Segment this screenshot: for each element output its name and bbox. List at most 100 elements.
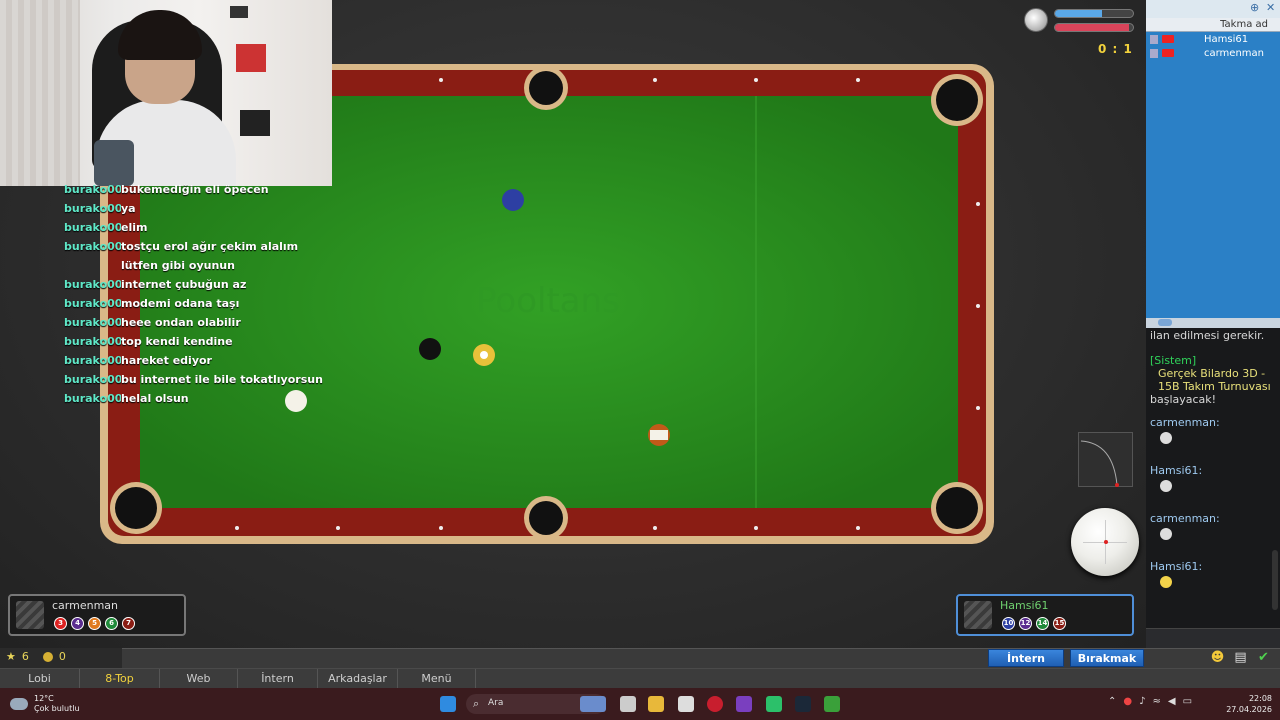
taskbar-clock[interactable]: 22:08 27.04.2026 xyxy=(1226,693,1272,715)
overlay-chat-line: burako00 top kendi kendine xyxy=(64,332,364,351)
tab-intern[interactable]: İntern xyxy=(238,669,318,688)
overlay-chat-message: bükemediğin eli öpecen xyxy=(121,183,269,196)
splitter-handle[interactable] xyxy=(1158,319,1172,326)
panel-titlebar: ⊕ ✕ xyxy=(1146,0,1280,18)
windows-taskbar: 12°C Çok bulutlu ⌕ Ara ⌃ ● ♪ ≈ ◀ ▭ 22:08… xyxy=(0,688,1280,720)
player-panel-left: carmenman 34567 xyxy=(8,594,186,636)
intern-button[interactable]: İntern xyxy=(988,649,1064,667)
overlay-chat-message: top kendi kendine xyxy=(121,335,233,348)
app-icon[interactable] xyxy=(766,696,782,712)
game-area[interactable]: Pooltans burako00 bükemediğin eli öpecen… xyxy=(0,0,1146,648)
chat-user: Hamsi61: xyxy=(1150,560,1203,573)
chat-user: carmenman: xyxy=(1150,512,1220,525)
turkey-flag-icon xyxy=(1162,35,1174,43)
overlay-chat-line: lütfen gibi oyunun xyxy=(64,256,364,275)
player-ball-icon: 4 xyxy=(71,617,84,630)
steam-icon[interactable] xyxy=(795,696,811,712)
chat-scrollbar[interactable] xyxy=(1272,550,1278,610)
overlay-chat-line: burako00 elim xyxy=(64,218,364,237)
tab-arkadaslar[interactable]: Arkadaşlar xyxy=(318,669,398,688)
opera-icon[interactable] xyxy=(707,696,723,712)
weather-temp: 12°C xyxy=(34,694,54,703)
chat-user: Hamsi61: xyxy=(1150,464,1203,477)
cue-angle-widget[interactable] xyxy=(1078,432,1133,487)
wifi-icon[interactable]: ≈ xyxy=(1153,696,1161,707)
cloud-icon xyxy=(10,698,28,710)
app-icon[interactable] xyxy=(736,696,752,712)
spin-control[interactable] xyxy=(1071,508,1139,576)
overlay-chat-message: lütfen gibi oyunun xyxy=(121,259,235,272)
player-avatar xyxy=(16,601,44,629)
tab-web[interactable]: Web xyxy=(160,669,238,688)
chevron-up-icon[interactable]: ⌃ xyxy=(1108,696,1116,707)
power-bar xyxy=(1054,23,1134,32)
player-ball-list: 10 12 14 15 xyxy=(1002,617,1066,630)
file-explorer-icon[interactable] xyxy=(648,696,664,712)
player-ball-icon: 14 xyxy=(1036,617,1049,630)
chat-bubble-icon[interactable]: ▤ xyxy=(1233,650,1248,665)
chat-input[interactable] xyxy=(1146,628,1280,648)
stream-chat-overlay: burako00 bükemediğin eli öpecen burako00 ya… xyxy=(64,180,364,408)
system-message: Gerçek Bilardo 3D - 15B Takım Turnuvası xyxy=(1158,367,1271,393)
pin-icon[interactable]: ⊕ xyxy=(1250,1,1259,14)
overlay-chat-user: burako00 xyxy=(64,240,121,253)
player-name: carmenman xyxy=(52,599,118,612)
overlay-chat-line: burako00 helal olsun xyxy=(64,389,364,408)
player-ball-icon: 5 xyxy=(88,617,101,630)
windows-start-icon[interactable] xyxy=(440,696,456,712)
user-list-header[interactable]: Takma ad xyxy=(1146,18,1280,32)
overlay-chat-message: ya xyxy=(121,202,136,215)
webcam-person-hair xyxy=(118,10,202,60)
chat-log: ilan edilmesi gerekir. [Sistem] Gerçek B… xyxy=(1146,328,1280,628)
power-bar-fill xyxy=(1055,24,1130,31)
webcam-wall-art xyxy=(236,44,266,72)
tab-menu[interactable]: Menü xyxy=(398,669,476,688)
overlay-chat-user: burako00 xyxy=(64,354,121,367)
spin-point[interactable] xyxy=(1104,540,1108,544)
volume-icon[interactable]: ◀ xyxy=(1168,696,1176,707)
overlay-chat-line: burako00 heee ondan olabilir xyxy=(64,313,364,332)
chat-user: carmenman: xyxy=(1150,416,1220,429)
overlay-chat-message: heee ondan olabilir xyxy=(121,316,241,329)
player-ball-icon: 6 xyxy=(105,617,118,630)
battery-icon[interactable]: ▭ xyxy=(1183,696,1192,707)
overlay-chat-message: modemi odana taşı xyxy=(121,297,240,310)
pool-game-icon[interactable] xyxy=(824,696,840,712)
overlay-chat-user: burako00 xyxy=(64,278,121,291)
tab-lobi[interactable]: Lobi xyxy=(0,669,80,688)
send-check-icon[interactable]: ✔ xyxy=(1256,650,1271,665)
stars-count: 6 xyxy=(21,650,29,663)
ball-blue-solid[interactable] xyxy=(502,189,524,211)
overlay-chat-message: elim xyxy=(121,221,148,234)
search-highlight-icon[interactable] xyxy=(580,696,606,712)
panel-splitter[interactable] xyxy=(1146,318,1280,328)
microphone-icon[interactable]: ♪ xyxy=(1139,696,1145,707)
lobby-nav: Lobi 8-Top Web İntern Arkadaşlar Menü xyxy=(0,668,1280,688)
ball-orange-stripe-band xyxy=(650,430,668,440)
store-icon[interactable] xyxy=(678,696,694,712)
emoji-icon[interactable]: ☻ xyxy=(1210,650,1225,665)
overlay-chat-user: burako00 xyxy=(64,392,121,405)
tray-app-icon[interactable]: ● xyxy=(1123,696,1132,707)
user-row[interactable]: carmenman xyxy=(1146,46,1280,60)
resign-button[interactable]: Bırakmak xyxy=(1070,649,1144,667)
overlay-chat-message: helal olsun xyxy=(121,392,189,405)
player-panel-right: Hamsi61 10 12 14 15 xyxy=(956,594,1134,636)
ball-eight[interactable] xyxy=(419,338,441,360)
overlay-chat-line: burako00 hareket ediyor xyxy=(64,351,364,370)
user-row[interactable]: Hamsi61 xyxy=(1146,32,1280,46)
weather-widget[interactable]: 12°C Çok bulutlu xyxy=(10,694,80,714)
close-icon[interactable]: ✕ xyxy=(1266,1,1275,14)
overlay-chat-message: bu internet ile bile tokatlıyorsun xyxy=(121,373,323,386)
webcam-curtain xyxy=(0,0,80,186)
search-placeholder: Ara xyxy=(488,698,504,708)
overlay-chat-user: burako00 xyxy=(64,316,121,329)
overlay-chat-line: burako00 internet çubuğun az xyxy=(64,275,364,294)
task-view-icon[interactable] xyxy=(620,696,636,712)
tab-8-top[interactable]: 8-Top xyxy=(80,669,160,688)
user-stats: ★ 6 0 xyxy=(6,650,66,663)
table-watermark: Pooltans xyxy=(476,281,620,321)
timer-clock-icon xyxy=(1024,8,1048,32)
ball-yellow-stripe-spot xyxy=(480,351,488,359)
player-ball-icon: 3 xyxy=(54,617,67,630)
